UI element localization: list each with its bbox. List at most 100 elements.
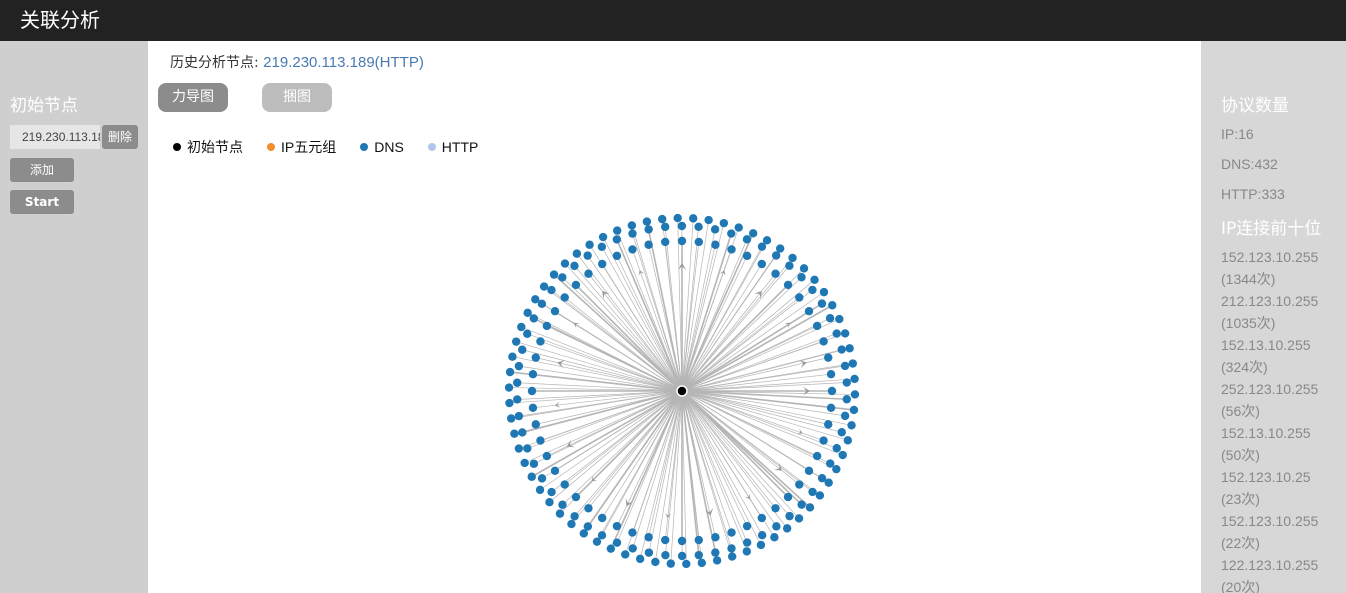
dns-node[interactable] bbox=[840, 361, 850, 371]
dns-node[interactable] bbox=[712, 556, 722, 565]
dns-node[interactable] bbox=[644, 548, 654, 557]
add-button[interactable]: 添加 bbox=[10, 158, 74, 182]
dns-node[interactable] bbox=[644, 225, 653, 234]
dns-node[interactable] bbox=[710, 225, 720, 234]
dns-node[interactable] bbox=[523, 329, 532, 338]
dns-node[interactable] bbox=[550, 466, 560, 476]
dns-node[interactable] bbox=[528, 403, 538, 412]
dns-node[interactable] bbox=[742, 547, 751, 556]
dns-node[interactable] bbox=[689, 214, 698, 223]
dns-node[interactable] bbox=[579, 529, 589, 538]
dns-node[interactable] bbox=[711, 240, 720, 249]
dns-node[interactable] bbox=[612, 521, 622, 531]
dns-node[interactable] bbox=[727, 528, 736, 537]
dns-node[interactable] bbox=[827, 386, 837, 396]
dns-node[interactable] bbox=[808, 487, 817, 497]
dns-node[interactable] bbox=[819, 287, 829, 297]
dns-node[interactable] bbox=[612, 251, 622, 261]
dns-node[interactable] bbox=[677, 551, 687, 561]
dns-node[interactable] bbox=[542, 451, 552, 461]
dns-node[interactable] bbox=[511, 337, 521, 346]
dns-node[interactable] bbox=[794, 514, 804, 523]
dns-node[interactable] bbox=[797, 500, 806, 509]
dns-node[interactable] bbox=[727, 552, 737, 561]
dns-node[interactable] bbox=[711, 533, 720, 542]
dns-node[interactable] bbox=[584, 269, 593, 278]
dns-node[interactable] bbox=[597, 513, 607, 523]
dns-node[interactable] bbox=[529, 459, 539, 468]
dns-node[interactable] bbox=[837, 428, 846, 437]
dns-node[interactable] bbox=[571, 492, 581, 502]
dns-node[interactable] bbox=[785, 261, 794, 270]
dns-node[interactable] bbox=[785, 511, 794, 521]
dns-node[interactable] bbox=[536, 436, 545, 445]
dns-node[interactable] bbox=[762, 236, 772, 245]
dns-node[interactable] bbox=[727, 245, 736, 254]
dns-node[interactable] bbox=[711, 548, 720, 557]
dns-node[interactable] bbox=[783, 492, 793, 502]
dns-node[interactable] bbox=[506, 414, 516, 423]
dns-node[interactable] bbox=[845, 344, 854, 353]
dns-node[interactable] bbox=[694, 535, 703, 545]
dns-node[interactable] bbox=[658, 214, 667, 224]
dns-node[interactable] bbox=[694, 237, 703, 247]
dns-node[interactable] bbox=[537, 474, 547, 483]
dns-node[interactable] bbox=[849, 405, 859, 415]
dns-node[interactable] bbox=[734, 223, 743, 232]
dns-node[interactable] bbox=[742, 521, 752, 531]
dns-node[interactable] bbox=[682, 559, 691, 569]
initial-node[interactable] bbox=[676, 385, 688, 397]
dns-node[interactable] bbox=[795, 293, 804, 302]
dns-node[interactable] bbox=[661, 237, 670, 247]
dns-node[interactable] bbox=[828, 301, 837, 310]
dns-node[interactable] bbox=[621, 550, 630, 559]
dns-node[interactable] bbox=[771, 504, 780, 513]
dns-node[interactable] bbox=[661, 535, 670, 545]
dns-node[interactable] bbox=[644, 533, 653, 542]
dns-node[interactable] bbox=[517, 322, 526, 332]
dns-node[interactable] bbox=[531, 295, 540, 304]
dns-node[interactable] bbox=[558, 273, 567, 282]
dns-node[interactable] bbox=[523, 308, 532, 318]
dns-node[interactable] bbox=[560, 293, 569, 302]
dns-node[interactable] bbox=[660, 222, 670, 232]
dns-node[interactable] bbox=[677, 536, 687, 546]
dns-node[interactable] bbox=[514, 411, 524, 421]
dns-node[interactable] bbox=[518, 428, 527, 437]
dns-node[interactable] bbox=[812, 451, 822, 461]
dns-node[interactable] bbox=[508, 352, 517, 361]
dns-node[interactable] bbox=[772, 522, 781, 531]
dns-node[interactable] bbox=[825, 314, 835, 323]
dns-node[interactable] bbox=[804, 466, 814, 476]
dns-node[interactable] bbox=[535, 485, 545, 495]
dns-node[interactable] bbox=[850, 374, 859, 384]
dns-node[interactable] bbox=[627, 221, 637, 230]
dns-node[interactable] bbox=[583, 251, 592, 260]
dns-node[interactable] bbox=[628, 229, 637, 238]
dns-node[interactable] bbox=[528, 370, 538, 379]
dns-node[interactable] bbox=[505, 398, 514, 408]
dns-node[interactable] bbox=[547, 285, 556, 295]
dns-node[interactable] bbox=[513, 378, 522, 387]
dns-node[interactable] bbox=[527, 386, 537, 396]
dns-node[interactable] bbox=[770, 533, 779, 542]
dns-node[interactable] bbox=[783, 280, 793, 290]
dns-node[interactable] bbox=[742, 538, 752, 547]
dns-node[interactable] bbox=[570, 261, 579, 271]
dns-node[interactable] bbox=[558, 500, 567, 509]
dns-node[interactable] bbox=[697, 558, 706, 568]
dns-node[interactable] bbox=[788, 253, 797, 263]
dns-node[interactable] bbox=[520, 458, 529, 468]
dns-node[interactable] bbox=[840, 329, 850, 338]
dns-node[interactable] bbox=[832, 464, 841, 474]
dns-node[interactable] bbox=[848, 359, 858, 368]
force-graph[interactable] bbox=[148, 41, 1201, 593]
dns-node[interactable] bbox=[799, 264, 809, 273]
dns-node[interactable] bbox=[567, 519, 576, 529]
dns-node[interactable] bbox=[651, 557, 660, 567]
dns-node[interactable] bbox=[628, 245, 637, 254]
dns-node[interactable] bbox=[694, 550, 704, 560]
dns-node[interactable] bbox=[584, 504, 593, 513]
dns-node[interactable] bbox=[613, 226, 622, 235]
dns-node[interactable] bbox=[797, 273, 806, 282]
